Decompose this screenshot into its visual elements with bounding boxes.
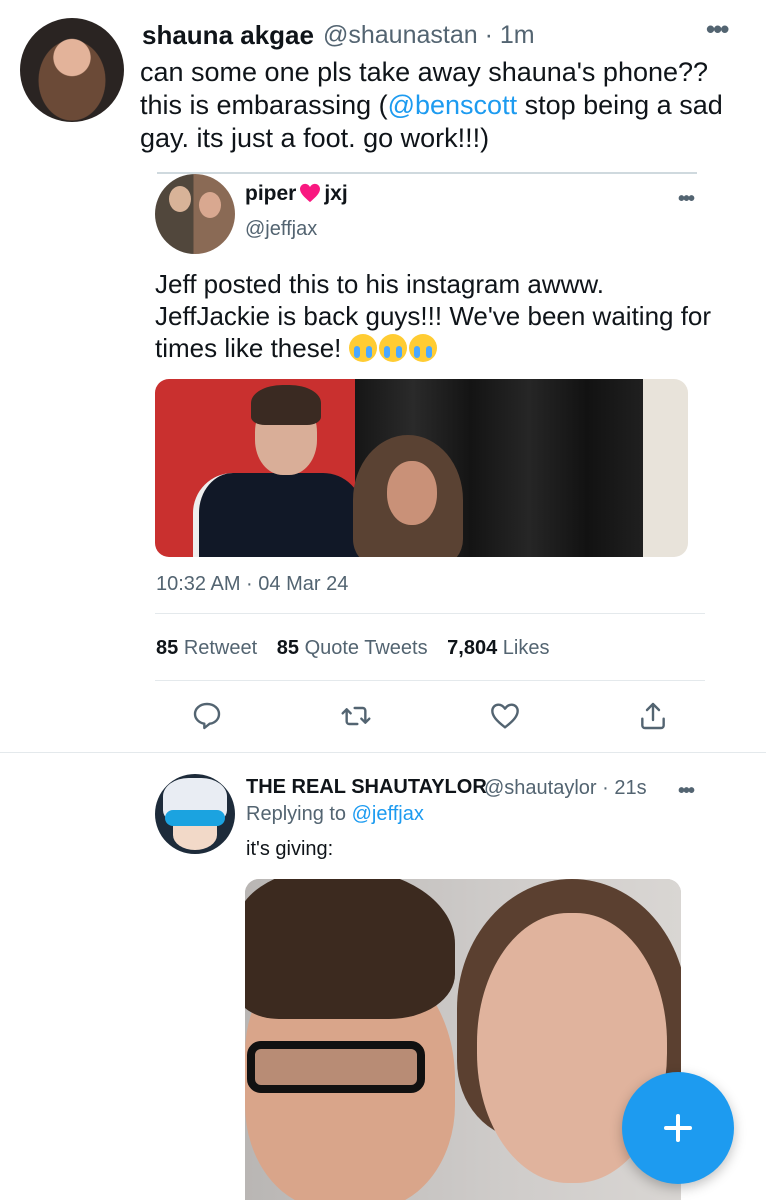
reply-icon[interactable] — [191, 700, 223, 732]
quotes-stat[interactable]: 85 Quote Tweets — [277, 637, 428, 659]
more-options-icon[interactable]: ••• — [706, 14, 729, 45]
tweet-photo[interactable] — [155, 379, 688, 557]
more-options-icon[interactable]: ••• — [678, 780, 695, 803]
avatar-shauna[interactable] — [20, 18, 124, 122]
divider — [155, 613, 705, 614]
likes-label: Likes — [502, 637, 550, 659]
name-part: piper — [245, 182, 297, 205]
retweet-icon[interactable] — [340, 700, 372, 732]
quotes-label: Quote Tweets — [304, 637, 428, 659]
like-icon[interactable] — [489, 700, 521, 732]
tweet-text: can some one pls take away shauna's phon… — [140, 56, 740, 155]
share-icon[interactable] — [637, 700, 669, 732]
divider — [155, 680, 705, 681]
crying-emoji-icon — [408, 334, 437, 362]
more-options-icon[interactable]: ••• — [678, 188, 695, 211]
replying-to-link[interactable]: @jeffjax — [352, 803, 424, 825]
heart-emoji-icon — [300, 183, 321, 203]
tweet-stats: 85 Retweet 85 Quote Tweets 7,804 Likes — [156, 637, 564, 660]
retweets-count: 85 — [156, 637, 179, 659]
reply-author-handle-time: @shautaylor · 21s — [484, 777, 647, 799]
retweets-label: Retweet — [183, 637, 258, 659]
divider — [157, 172, 697, 174]
reply-text: it's giving: — [246, 838, 334, 860]
name-part: jxj — [324, 182, 348, 205]
compose-tweet-button[interactable] — [622, 1072, 734, 1184]
likes-stat[interactable]: 7,804 Likes — [447, 637, 549, 659]
likes-count: 7,804 — [447, 637, 498, 659]
avatar-shautaylor[interactable] — [155, 774, 235, 854]
author-handle-time: @shaunastan · 1m — [323, 21, 535, 49]
divider — [0, 752, 766, 753]
tweet-timestamp[interactable]: 10:32 AM · 04 Mar 24 — [156, 573, 348, 596]
reply-photo[interactable] — [245, 879, 681, 1200]
crying-emoji-icon — [348, 334, 377, 362]
mention-link[interactable]: @benscott — [388, 90, 517, 120]
quotes-count: 85 — [276, 637, 299, 659]
crying-emoji-icon — [378, 334, 407, 362]
quoted-author-name[interactable]: piper jxj — [245, 182, 348, 206]
quoted-author-handle: @jeffjax — [245, 218, 318, 240]
reply-author-name[interactable]: THE REAL SHAUTAYLOR — [246, 776, 487, 799]
avatar-piper[interactable] — [155, 174, 235, 254]
replying-to: Replying to @jeffjax — [246, 803, 424, 826]
quoted-tweet-text: Jeff posted this to his instagram awww. … — [155, 268, 715, 364]
retweets-stat[interactable]: 85 Retweet — [156, 637, 257, 659]
author-name[interactable]: shauna akgae — [142, 20, 314, 51]
replying-prefix: Replying to — [246, 803, 352, 825]
